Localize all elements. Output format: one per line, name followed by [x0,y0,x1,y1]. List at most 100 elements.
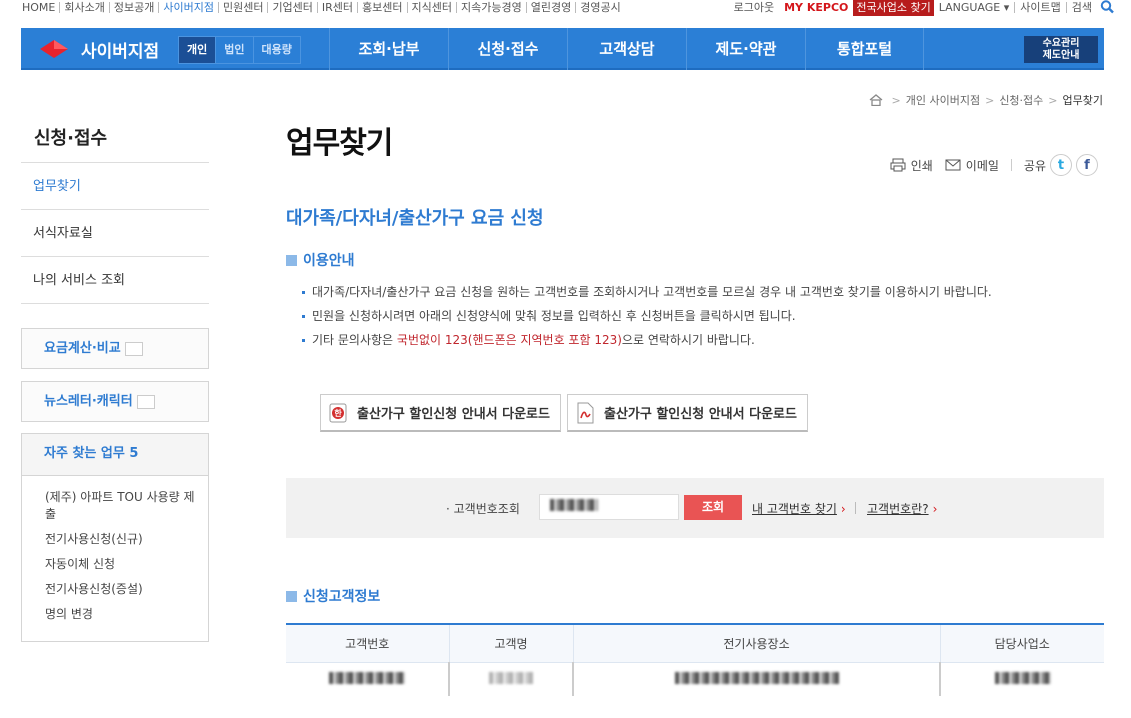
util-link-civil[interactable]: 민원센터 [219,1,269,13]
home-icon[interactable] [869,94,883,106]
breadcrumb-item[interactable]: 개인 사이버지점 [906,92,980,108]
util-link-management[interactable]: 경영공시 [576,2,624,13]
hwp-file-icon: 한 [329,403,347,422]
frequent-tasks-box: 자주 찾는 업무 5 (제주) 아파트 TOU 사용량 제출 전기사용신청(신규… [21,433,209,642]
frequent-task-item[interactable]: 명의 변경 [45,606,208,623]
frequent-task-item[interactable]: 전기사용신청(신규) [45,531,208,548]
rate-calc-label: 요금계산·비교 [44,341,121,356]
cell-location [573,662,941,696]
sidebar-item-find-task[interactable]: 업무찾기 [21,163,209,210]
download-pdf-button[interactable]: 출산가구 할인신청 안내서 다운로드 [566,394,808,432]
util-link-company[interactable]: 회사소개 [60,1,110,13]
kepco-logo-icon[interactable] [39,39,69,59]
frequent-task-item[interactable]: (제주) 아파트 TOU 사용량 제출 [45,489,195,523]
bullet-square-icon [286,590,297,602]
demand-management-button[interactable]: 수요관리 제도안내 [1024,36,1098,63]
download-hwp-button[interactable]: 한 출산가구 할인신청 안내서 다운로드 [320,394,561,432]
what-is-number-label: 고객번호란? [867,502,929,516]
twitter-icon[interactable]: t [1050,154,1072,176]
guide-section-title: 이용안내 [303,253,355,269]
print-button[interactable]: 인쇄 [890,157,933,174]
lookup-label: · 고객번호조회 [446,502,520,516]
service-title: 대가족/다자녀/출산가구 요금 신청 [286,208,544,229]
search-link[interactable]: 검색 [1067,0,1097,15]
customer-number-lookup: · 고객번호조회 조회 내 고객번호 찾기 › 고객번호란? › [286,478,1104,538]
seg-personal[interactable]: 개인 [179,37,217,63]
guide-text: 기타 문의사항은 [312,333,397,347]
utility-links: HOME 회사소개 정보공개 사이버지점 민원센터 기업센터 IR센터 홍보센터… [22,0,625,14]
download-hwp-label: 출산가구 할인신청 안내서 다운로드 [357,407,550,422]
email-button[interactable]: 이메일 [945,157,999,174]
util-link-pr[interactable]: 홍보센터 [358,1,408,13]
find-my-number-link[interactable]: 내 고객번호 찾기 › [752,500,846,517]
util-link-open[interactable]: 열린경영 [527,1,577,13]
seg-corporate[interactable]: 법인 [216,37,254,63]
guide-list: 대가족/다자녀/출산가구 요금 신청을 원하는 고객번호를 조회하시거나 고객번… [300,280,1100,352]
language-label: LANGUAGE [938,0,1001,14]
frequent-task-item[interactable]: 전기사용신청(증설) [45,581,208,598]
util-link-home[interactable]: HOME [22,1,61,13]
download-buttons: 한 출산가구 할인신청 안내서 다운로드 출산가구 할인신청 안내서 다운로드 [320,394,814,432]
util-link-sustain[interactable]: 지속가능경영 [457,1,527,13]
chevron-right-icon: › [932,502,938,516]
pdf-file-icon [577,402,594,423]
customer-info-table: 고객번호 고객명 전기사용장소 담당사업소 [286,623,1104,696]
seg-large[interactable]: 대용량 [253,37,300,63]
search-icon[interactable] [1100,0,1116,14]
print-label: 인쇄 [910,158,933,173]
gnb-consulting[interactable]: 고객상담 [567,28,686,70]
gnb-inquiry-payment[interactable]: 조회·납부 [329,28,448,70]
email-label: 이메일 [965,158,999,173]
customer-number-input[interactable] [539,494,679,520]
language-select[interactable]: LANGUAGE ▾ [934,0,1016,14]
sidebar-newsletter-button[interactable]: 뉴스레터·캐릭터 [21,381,209,422]
print-icon [890,158,906,172]
util-link-disclosure[interactable]: 정보공개 [110,1,160,13]
util-link-cyber-branch[interactable]: 사이버지점 [159,1,219,13]
util-link-knowledge[interactable]: 지식센터 [408,1,458,13]
util-link-ir[interactable]: IR센터 [318,1,359,13]
what-is-number-link[interactable]: 고객번호란? › [867,500,937,517]
masked-value [994,671,1051,684]
utility-bar: HOME 회사소개 정보공개 사이버지점 민원센터 기업센터 IR센터 홍보센터… [0,0,1131,20]
lookup-button[interactable]: 조회 [684,495,742,520]
chevron-right-icon: > [891,93,901,107]
frequent-task-item[interactable]: 자동이체 신청 [45,556,208,573]
my-kepco-link[interactable]: MY KEPCO [779,1,853,14]
customer-info-section-heading: 신청고객정보 [286,586,380,606]
breadcrumb-item[interactable]: 신청·접수 [999,92,1043,108]
guide-section-heading: 이용안내 [286,250,355,270]
breadcrumb: > 개인 사이버지점 > 신청·접수 > 업무찾기 [869,92,1103,108]
office-find-button[interactable]: 전국사업소 찾기 [853,0,934,16]
guide-phone: 국번없이 123(핸드폰은 지역번호 포함 123) [396,333,622,347]
sitemap-link[interactable]: 사이트맵 [1015,1,1067,13]
sidebar-item-my-service[interactable]: 나의 서비스 조회 [21,257,209,304]
sidebar-item-forms[interactable]: 서식자료실 [21,210,209,257]
masked-value [674,671,839,684]
masked-value [329,671,405,684]
gnb-portal[interactable]: 통합포털 [805,28,924,70]
gnb-application[interactable]: 신청·접수 [448,28,567,70]
chevron-right-icon: > [1048,93,1058,107]
col-header-customer-name: 고객명 [449,623,574,663]
customer-type-switch: 개인 법인 대용량 [178,36,301,64]
facebook-icon[interactable]: f [1076,154,1098,176]
col-header-customer-number: 고객번호 [286,623,450,663]
util-link-business[interactable]: 기업센터 [268,1,318,13]
chevron-right-icon: › [840,502,846,516]
gnb-policy[interactable]: 제도·약관 [686,28,805,70]
email-icon [945,159,961,171]
gnb-menu: 조회·납부 신청·접수 고객상담 제도·약관 통합포털 [329,28,924,70]
masked-value [489,671,533,684]
bullet-square-icon [286,254,297,266]
sidebar-rate-calc-button[interactable]: 요금계산·비교 [21,328,209,369]
logout-link[interactable]: 로그아웃 [729,0,779,15]
brand-title[interactable]: 사이버지점 [81,37,159,62]
guide-text: 으로 연락하시기 바랍니다. [621,333,755,347]
demand-line2: 제도안내 [1042,50,1080,61]
caret-down-icon: ▾ [1003,0,1010,14]
guide-item: 기타 문의사항은 국번없이 123(핸드폰은 지역번호 포함 123)으로 연락… [300,328,1100,352]
download-pdf-label: 출산가구 할인신청 안내서 다운로드 [603,407,797,422]
table-header-row: 고객번호 고객명 전기사용장소 담당사업소 [286,623,1104,663]
breadcrumb-current: 업무찾기 [1062,94,1103,107]
